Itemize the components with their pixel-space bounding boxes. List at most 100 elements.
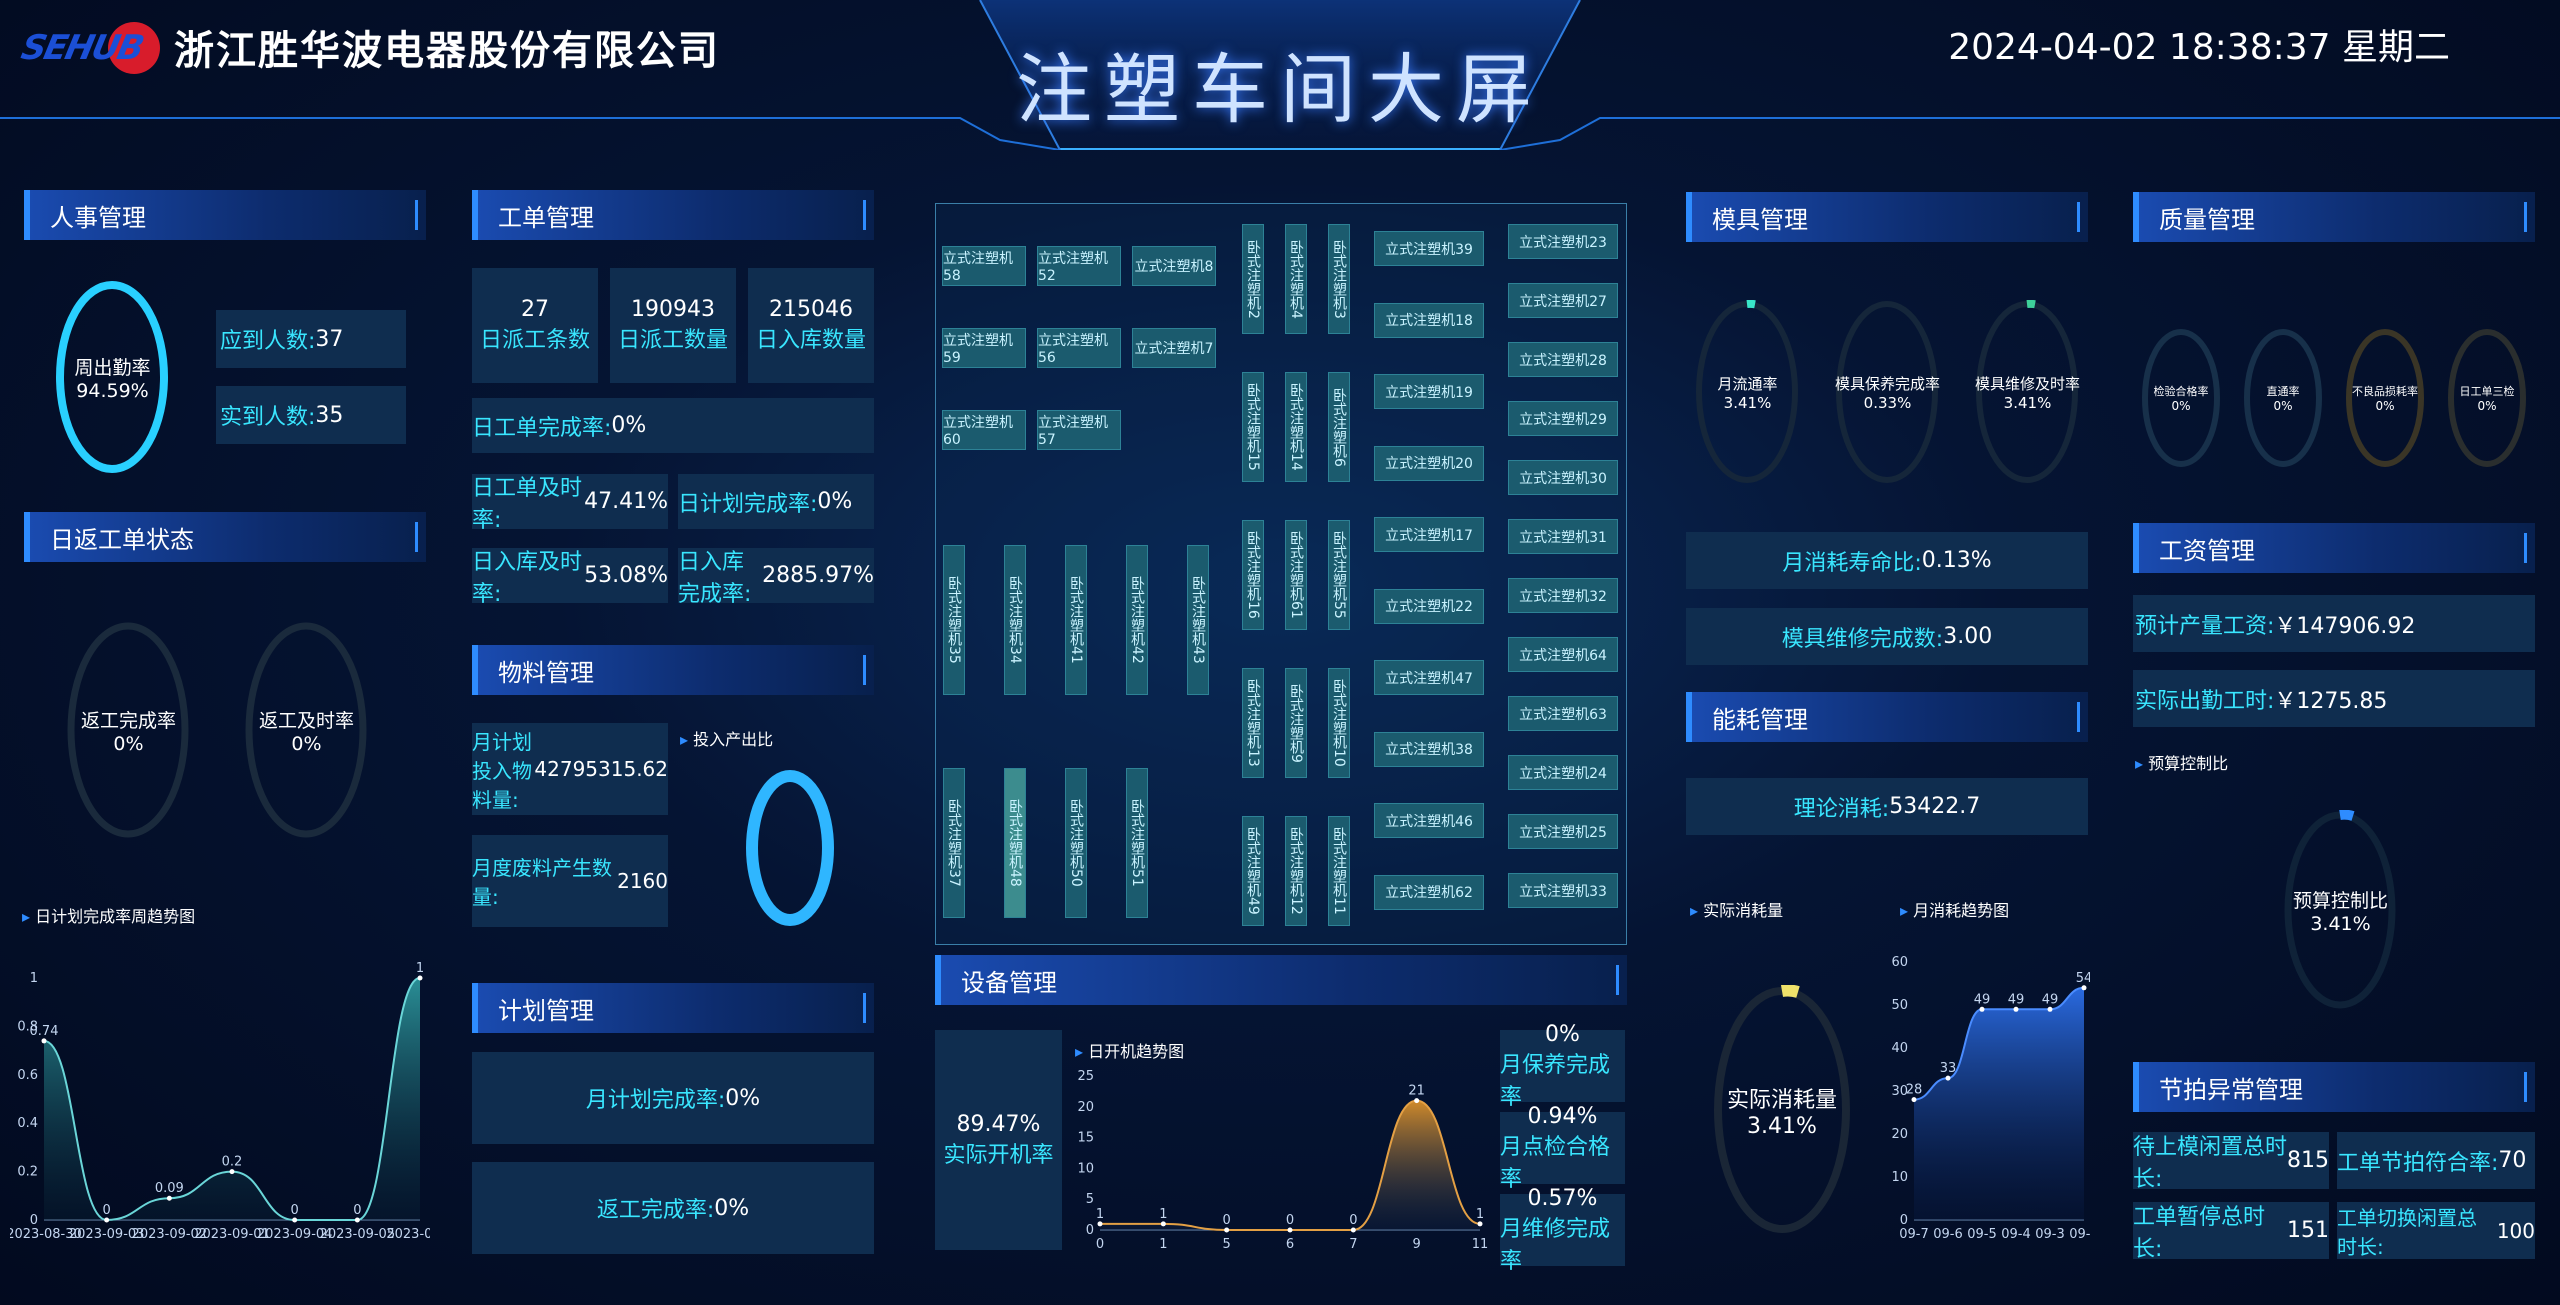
x-tick-label: 09-6 xyxy=(1933,1227,1963,1242)
machine-cell[interactable]: 立式注塑机20 xyxy=(1374,445,1484,481)
machine-cell[interactable]: 立式注塑机63 xyxy=(1508,696,1618,731)
machine-cell[interactable]: 立式注塑机33 xyxy=(1508,873,1618,908)
machine-cell[interactable]: 立式注塑机59 xyxy=(942,328,1026,368)
machine-cell[interactable]: 立式注塑机60 xyxy=(942,410,1026,450)
machine-cell[interactable]: 卧式注塑机11 xyxy=(1328,816,1350,926)
x-tick-label: 6 xyxy=(1286,1237,1294,1252)
machine-cell[interactable]: 立式注塑机56 xyxy=(1037,328,1121,368)
machine-cell[interactable]: 立式注塑机39 xyxy=(1374,231,1484,266)
machine-cell[interactable]: 立式注塑机7 xyxy=(1132,328,1216,368)
panel-title-beat: 节拍异常管理 xyxy=(2133,1062,2535,1112)
machine-cell[interactable]: 立式注塑机29 xyxy=(1508,401,1618,436)
mold-ring-3: 模具维修及时率 3.41% xyxy=(1975,300,2080,485)
machine-cell[interactable]: 立式注塑机17 xyxy=(1374,517,1484,552)
machine-cell[interactable]: 卧式注塑机14 xyxy=(1285,372,1307,482)
machine-cell[interactable]: 立式注塑机30 xyxy=(1508,460,1618,495)
mold-ring-3-value: 3.41% xyxy=(2003,394,2052,412)
data-label: 0 xyxy=(103,1203,111,1218)
budget-ring: 预算控制比 3.41% xyxy=(2283,810,2398,1010)
machine-cell[interactable]: 卧式注塑机42 xyxy=(1126,545,1148,695)
y-tick-label: 1 xyxy=(30,971,38,986)
machine-cell[interactable]: 立式注塑机31 xyxy=(1508,519,1618,554)
wage-hours-value: ￥1275.85 xyxy=(2274,688,2388,714)
machine-cell[interactable]: 卧式注塑机2 xyxy=(1242,224,1264,334)
rework-timely-label: 返工及时率 xyxy=(258,709,354,732)
machine-cell[interactable]: 卧式注塑机16 xyxy=(1242,520,1264,630)
quality-ring-3: 不良品损耗率 0% xyxy=(2345,328,2425,468)
stat-dispatch-count: 27 日派工条数 xyxy=(472,268,598,383)
machine-cell[interactable]: 立式注塑机8 xyxy=(1132,246,1216,286)
machine-cell[interactable]: 卧式注塑机51 xyxy=(1126,768,1148,918)
machine-cell[interactable]: 卧式注塑机48 xyxy=(1004,768,1026,918)
data-label: 0.09 xyxy=(155,1181,184,1196)
y-tick-label: 20 xyxy=(1077,1100,1094,1115)
machine-cell[interactable]: 卧式注塑机43 xyxy=(1187,545,1209,695)
machine-cell[interactable]: 卧式注塑机34 xyxy=(1004,545,1026,695)
machine-cell[interactable]: 立式注塑机32 xyxy=(1508,578,1618,613)
machine-cell[interactable]: 立式注塑机58 xyxy=(942,246,1026,286)
plan-complete-row: 日计划完成率: 0% xyxy=(678,474,874,529)
data-label: 54 xyxy=(2076,971,2090,986)
data-point xyxy=(2047,1006,2053,1012)
machine-cell[interactable]: 卧式注塑机13 xyxy=(1242,668,1264,778)
y-tick-label: 10 xyxy=(1077,1161,1094,1176)
machine-cell[interactable]: 卧式注塑机6 xyxy=(1328,372,1350,482)
kpi-repair-label: 月维修完成率 xyxy=(1500,1216,1611,1274)
machine-cell[interactable]: 卧式注塑机35 xyxy=(943,545,965,695)
machine-cell[interactable]: 卧式注塑机41 xyxy=(1065,545,1087,695)
machine-cell[interactable]: 立式注塑机47 xyxy=(1374,660,1484,695)
machine-cell[interactable]: 立式注塑机57 xyxy=(1037,410,1121,450)
beat-switch-label: 工单切换闲置总时长: xyxy=(2337,1205,2477,1259)
data-point xyxy=(354,1217,360,1223)
plan-complete-label: 日计划完成率: xyxy=(678,491,818,517)
machine-cell[interactable]: 立式注塑机22 xyxy=(1374,588,1484,624)
wo-complete-label: 日工单完成率: xyxy=(472,415,612,441)
beat-fit-value: 70 xyxy=(2498,1148,2527,1173)
machine-cell[interactable]: 卧式注塑机61 xyxy=(1285,520,1307,630)
wo-complete-value: 0% xyxy=(611,413,647,438)
quality-ring-value: 0% xyxy=(2477,399,2497,413)
plan-month-value: 0% xyxy=(725,1085,761,1111)
energy-ring-value: 3.41% xyxy=(1747,1113,1817,1139)
data-label: 28 xyxy=(1906,1083,1923,1098)
machine-cell[interactable]: 立式注塑机27 xyxy=(1508,283,1618,318)
kpi-maint-value: 0% xyxy=(1545,1021,1580,1047)
machine-cell[interactable]: 立式注塑机62 xyxy=(1374,874,1484,910)
machine-cell[interactable]: 立式注塑机18 xyxy=(1374,302,1484,338)
machine-cell[interactable]: 立式注塑机24 xyxy=(1508,755,1618,790)
machine-cell[interactable]: 卧式注塑机10 xyxy=(1328,668,1350,778)
machine-cell[interactable]: 卧式注塑机4 xyxy=(1285,224,1307,334)
machine-cell[interactable]: 卧式注塑机9 xyxy=(1285,668,1307,778)
kpi-repair-value: 0.57% xyxy=(1527,1185,1598,1211)
machine-cell[interactable]: 立式注塑机28 xyxy=(1508,342,1618,377)
data-point xyxy=(292,1217,298,1223)
mold-ring-2: 模具保养完成率 0.33% xyxy=(1835,300,1940,485)
hr-should-value: 37 xyxy=(315,326,344,352)
machine-cell[interactable]: 立式注塑机38 xyxy=(1374,731,1484,767)
y-tick-label: 0.4 xyxy=(17,1116,38,1131)
machine-cell[interactable]: 卧式注塑机15 xyxy=(1242,372,1264,482)
mold-ring-1-value: 3.41% xyxy=(1723,394,1772,412)
energy-theory-label: 理论消耗: xyxy=(1793,796,1890,822)
machine-cell[interactable]: 立式注塑机23 xyxy=(1508,224,1618,259)
ratio-title: 投入产出比 xyxy=(680,726,773,750)
machine-cell[interactable]: 立式注塑机64 xyxy=(1508,637,1618,672)
mold-life-value: 0.13% xyxy=(1921,548,1992,573)
machine-cell[interactable]: 立式注塑机52 xyxy=(1037,246,1121,286)
machine-cell[interactable]: 立式注塑机25 xyxy=(1508,814,1618,849)
beat-switch-value: 100 xyxy=(2496,1218,2535,1243)
machine-cell[interactable]: 卧式注塑机12 xyxy=(1285,816,1307,926)
kpi-inspect-label: 月点检合格率 xyxy=(1500,1134,1611,1192)
machine-cell[interactable]: 立式注塑机19 xyxy=(1374,374,1484,409)
material-waste-row: 月度废料产生数量: 2160 xyxy=(472,835,668,927)
y-tick-label: 40 xyxy=(1891,1041,1908,1056)
machine-cell[interactable]: 卧式注塑机37 xyxy=(943,768,965,918)
quality-ring-label: 日工单三检 xyxy=(2459,385,2515,398)
mold-ring-3-label: 模具维修及时率 xyxy=(1975,375,2081,393)
machine-cell[interactable]: 卧式注塑机55 xyxy=(1328,520,1350,630)
y-tick-label: 0 xyxy=(1900,1213,1908,1228)
machine-cell[interactable]: 立式注塑机46 xyxy=(1374,803,1484,838)
machine-cell[interactable]: 卧式注塑机49 xyxy=(1242,816,1264,926)
machine-cell[interactable]: 卧式注塑机50 xyxy=(1065,768,1087,918)
machine-cell[interactable]: 卧式注塑机3 xyxy=(1328,224,1350,334)
